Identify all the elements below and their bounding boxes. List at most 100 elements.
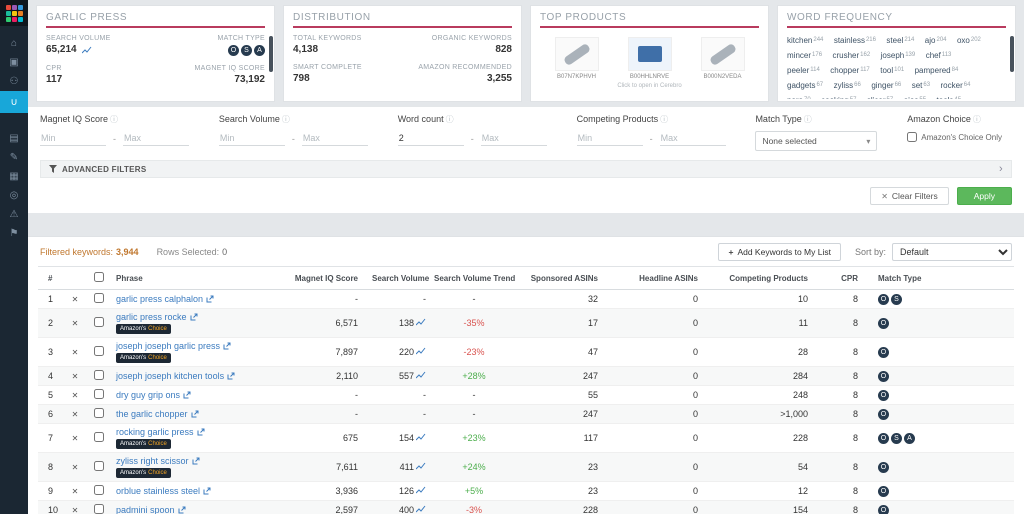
phrase-link[interactable]: garlic press rocke bbox=[116, 312, 198, 322]
exclude-keyword-icon[interactable]: ✕ bbox=[72, 487, 79, 496]
phrase-link[interactable]: zyliss right scissor bbox=[116, 456, 200, 466]
col-sponsored-asins[interactable]: Sponsored ASINs bbox=[518, 267, 628, 290]
apply-button[interactable]: Apply bbox=[957, 187, 1012, 205]
col-search-volume[interactable]: Search Volume bbox=[368, 267, 430, 290]
select-all-checkbox[interactable] bbox=[94, 272, 104, 282]
col-cpr[interactable]: CPR bbox=[826, 267, 866, 290]
row-checkbox[interactable] bbox=[94, 293, 104, 303]
row-checkbox[interactable] bbox=[94, 504, 104, 514]
col-match-type[interactable]: Match Type bbox=[866, 267, 1014, 290]
clear-filters-button[interactable]: ✕ Clear Filters bbox=[870, 187, 949, 205]
col-search-volume-trend[interactable]: Search Volume Trend bbox=[430, 267, 518, 290]
product-image[interactable] bbox=[555, 37, 599, 71]
table-row[interactable]: 4 ✕ joseph joseph kitchen tools 2,110 bbox=[38, 367, 1014, 386]
advanced-filters-toggle[interactable]: ADVANCED FILTERS › bbox=[40, 160, 1012, 178]
word-frequency-item[interactable]: joseph139 bbox=[881, 48, 916, 63]
phrase-link[interactable]: garlic press calphalon bbox=[116, 294, 214, 304]
exclude-keyword-icon[interactable]: ✕ bbox=[72, 506, 79, 514]
phrase-link[interactable]: orblue stainless steel bbox=[116, 486, 211, 496]
exclude-keyword-icon[interactable]: ✕ bbox=[72, 372, 79, 381]
word-frequency-item[interactable]: ajos55 bbox=[904, 93, 926, 99]
sidebar-item-home[interactable]: ⌂ bbox=[0, 34, 28, 53]
word-frequency-item[interactable]: oxo202 bbox=[957, 33, 981, 48]
row-checkbox[interactable] bbox=[94, 461, 104, 471]
sort-select[interactable]: Default bbox=[892, 243, 1012, 261]
trend-chart-icon[interactable] bbox=[416, 371, 426, 379]
phrase-link[interactable]: padmini spoon bbox=[116, 505, 186, 514]
table-row[interactable]: 8 ✕ zyliss right scissor Amazon'sChoice bbox=[38, 453, 1014, 482]
sidebar-item-cerebro[interactable]: ⚇ bbox=[0, 72, 28, 91]
word-frequency-item[interactable]: slicer57 bbox=[867, 93, 893, 99]
product-thumbnail[interactable]: B000N2VEDA bbox=[693, 37, 753, 80]
table-row[interactable]: 1 ✕ garlic press calphalon - bbox=[38, 290, 1014, 309]
col-headline-asins[interactable]: Headline ASINs bbox=[628, 267, 714, 290]
filter-max-input[interactable] bbox=[481, 131, 547, 146]
info-icon[interactable]: ⓘ bbox=[804, 115, 812, 124]
exclude-keyword-icon[interactable]: ✕ bbox=[72, 348, 79, 357]
phrase-link[interactable]: joseph joseph kitchen tools bbox=[116, 371, 235, 381]
table-row[interactable]: 9 ✕ orblue stainless steel 3,936 bbox=[38, 482, 1014, 501]
table-row[interactable]: 3 ✕ joseph joseph garlic press Amazon'sC… bbox=[38, 338, 1014, 367]
word-frequency-item[interactable]: para70 bbox=[787, 93, 811, 99]
word-frequency-item[interactable]: steel214 bbox=[886, 33, 914, 48]
product-thumbnail[interactable]: B00HHLNRVE bbox=[620, 37, 680, 80]
exclude-keyword-icon[interactable]: ✕ bbox=[72, 295, 79, 304]
word-frequency-item[interactable]: stainless216 bbox=[834, 33, 876, 48]
info-icon[interactable]: ⓘ bbox=[660, 115, 668, 124]
table-row[interactable]: 6 ✕ the garlic chopper - bbox=[38, 405, 1014, 424]
sidebar-item-frankenstein[interactable]: ▤ bbox=[0, 129, 28, 148]
row-checkbox[interactable] bbox=[94, 346, 104, 356]
exclude-keyword-icon[interactable]: ✕ bbox=[72, 434, 79, 443]
row-checkbox[interactable] bbox=[94, 432, 104, 442]
amazons-choice-label[interactable]: Amazon's Choice Only bbox=[921, 133, 1002, 142]
word-frequency-item[interactable]: ajo204 bbox=[925, 33, 947, 48]
col-competing-products[interactable]: Competing Products bbox=[714, 267, 826, 290]
sidebar-item-black-box[interactable]: ▣ bbox=[0, 53, 28, 72]
row-checkbox[interactable] bbox=[94, 389, 104, 399]
filter-min-input[interactable] bbox=[40, 131, 106, 146]
word-frequency-item[interactable]: tools45 bbox=[937, 93, 962, 99]
row-checkbox[interactable] bbox=[94, 485, 104, 495]
filter-min-input[interactable] bbox=[398, 131, 464, 146]
exclude-keyword-icon[interactable]: ✕ bbox=[72, 319, 79, 328]
word-frequency-item[interactable]: kitchen244 bbox=[787, 33, 823, 48]
word-frequency-item[interactable]: chopper117 bbox=[830, 63, 870, 78]
table-row[interactable]: 10 ✕ padmini spoon 2,597 bbox=[38, 501, 1014, 514]
sidebar-item-index-checker[interactable]: ▦ bbox=[0, 167, 28, 186]
app-logo[interactable] bbox=[0, 0, 28, 26]
word-frequency-item[interactable]: zyliss66 bbox=[834, 78, 861, 93]
filter-min-input[interactable] bbox=[219, 131, 285, 146]
row-checkbox[interactable] bbox=[94, 408, 104, 418]
add-keywords-button[interactable]: + Add Keywords to My List bbox=[718, 243, 841, 261]
trend-chart-icon[interactable] bbox=[416, 347, 426, 355]
trend-chart-icon[interactable] bbox=[416, 462, 426, 470]
word-frequency-item[interactable]: rocker64 bbox=[941, 78, 971, 93]
sidebar-item-scribbles[interactable]: ✎ bbox=[0, 148, 28, 167]
exclude-keyword-icon[interactable]: ✕ bbox=[72, 463, 79, 472]
word-frequency-item[interactable]: chef113 bbox=[926, 48, 952, 63]
word-frequency-item[interactable]: tool101 bbox=[880, 63, 904, 78]
col-phrase[interactable]: Phrase bbox=[112, 267, 280, 290]
exclude-keyword-icon[interactable]: ✕ bbox=[72, 410, 79, 419]
sidebar-item-inventory[interactable]: ⚑ bbox=[0, 224, 28, 243]
word-frequency-item[interactable]: peeler114 bbox=[787, 63, 820, 78]
table-row[interactable]: 2 ✕ garlic press rocke Amazon'sChoice 6, bbox=[38, 309, 1014, 338]
filter-min-input[interactable] bbox=[577, 131, 643, 146]
phrase-link[interactable]: dry guy grip ons bbox=[116, 390, 191, 400]
filter-max-input[interactable] bbox=[123, 131, 189, 146]
phrase-link[interactable]: joseph joseph garlic press bbox=[116, 341, 231, 351]
table-row[interactable]: 7 ✕ rocking garlic press Amazon'sChoice bbox=[38, 424, 1014, 453]
word-frequency-item[interactable]: pampered84 bbox=[915, 63, 959, 78]
row-checkbox[interactable] bbox=[94, 317, 104, 327]
sidebar-item-alerts[interactable]: ⚠ bbox=[0, 205, 28, 224]
phrase-link[interactable]: the garlic chopper bbox=[116, 409, 199, 419]
product-image[interactable] bbox=[701, 37, 745, 71]
row-checkbox[interactable] bbox=[94, 370, 104, 380]
word-frequency-item[interactable]: set63 bbox=[912, 78, 930, 93]
product-image[interactable] bbox=[628, 37, 672, 71]
sidebar-item-magnet[interactable]: ∪ bbox=[0, 91, 28, 113]
trend-chart-icon[interactable] bbox=[416, 486, 426, 494]
word-frequency-item[interactable]: mincer176 bbox=[787, 48, 822, 63]
trend-chart-icon[interactable] bbox=[416, 505, 426, 513]
table-row[interactable]: 5 ✕ dry guy grip ons - - bbox=[38, 386, 1014, 405]
